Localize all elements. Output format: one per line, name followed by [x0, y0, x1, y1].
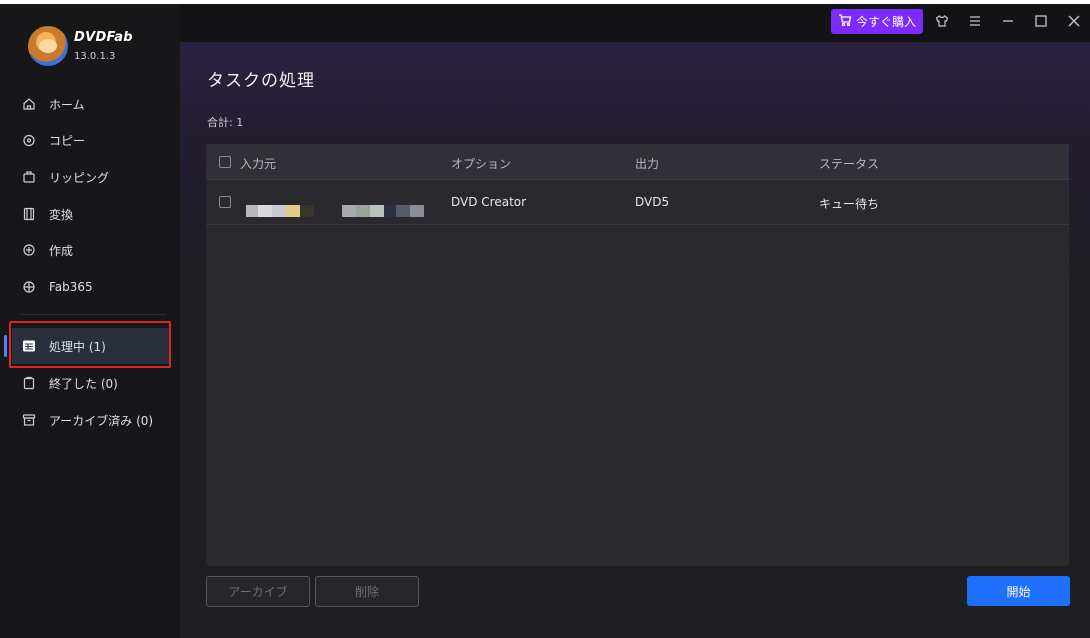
- buy-now-label: 今すぐ購入: [855, 15, 916, 29]
- title-bar: 今すぐ購入: [180, 4, 1090, 42]
- buy-now-button[interactable]: 今すぐ購入: [831, 9, 923, 34]
- sidebar: DVDFab 13.0.1.3 ホーム コピー リッピング 変換 作成 Fab3…: [0, 4, 180, 638]
- sidebar-divider: [20, 314, 166, 315]
- row-output: DVD5: [635, 195, 670, 209]
- sidebar-item-label: 処理中 (1): [49, 339, 106, 354]
- ripping-icon: [22, 170, 36, 184]
- film-icon: [22, 207, 36, 221]
- app-window: DVDFab 13.0.1.3 ホーム コピー リッピング 変換 作成 Fab3…: [0, 0, 1090, 638]
- sidebar-item-label: 変換: [49, 207, 74, 222]
- sidebar-item-ripping[interactable]: リッピング: [12, 159, 170, 195]
- column-header-output: 出力: [635, 157, 660, 171]
- archive-button[interactable]: アーカイブ: [206, 576, 310, 607]
- home-icon: [22, 97, 36, 111]
- processing-list-icon: [22, 339, 36, 353]
- column-header-status: ステータス: [819, 157, 880, 171]
- column-header-source: 入力元: [240, 157, 277, 171]
- monkey-logo-icon: [28, 26, 68, 66]
- sidebar-item-label: 作成: [49, 243, 74, 258]
- app-logo: DVDFab 13.0.1.3: [28, 26, 133, 66]
- sidebar-item-convert[interactable]: 変換: [12, 196, 170, 232]
- table-row[interactable]: DVD Creator DVD5 キュー待ち: [206, 181, 1069, 225]
- archive-box-icon: [22, 413, 36, 427]
- select-all-checkbox[interactable]: [219, 156, 231, 168]
- page-title: タスクの処理: [207, 71, 315, 91]
- sidebar-item-processing[interactable]: 処理中 (1): [12, 328, 170, 364]
- row-checkbox[interactable]: [219, 196, 231, 208]
- start-button[interactable]: 開始: [967, 576, 1070, 606]
- sidebar-item-archived[interactable]: アーカイブ済み (0): [12, 402, 170, 438]
- sidebar-item-create[interactable]: 作成: [12, 232, 170, 268]
- sidebar-item-label: リッピング: [49, 170, 110, 185]
- create-disc-icon: [22, 243, 36, 257]
- close-icon[interactable]: [1065, 12, 1083, 30]
- total-count: 合計: 1: [207, 116, 244, 129]
- main-panel: タスクの処理 合計: 1 入力元 オプション 出力 ステータス DVD Crea…: [180, 42, 1090, 638]
- copy-disc-icon: [22, 133, 36, 147]
- brand-name: DVDFab: [74, 30, 133, 45]
- sidebar-item-label: ホーム: [49, 97, 85, 112]
- minimize-icon[interactable]: [999, 12, 1017, 30]
- active-indicator: [4, 335, 7, 357]
- row-status: キュー待ち: [819, 197, 880, 211]
- skin-shirt-icon[interactable]: [933, 12, 951, 30]
- menu-icon[interactable]: [966, 12, 984, 30]
- fab365-icon: [22, 280, 36, 294]
- column-header-option: オプション: [451, 157, 512, 171]
- sidebar-item-label: 終了した (0): [49, 376, 118, 391]
- table-header: 入力元 オプション 出力 ステータス: [206, 144, 1069, 180]
- maximize-icon[interactable]: [1032, 12, 1050, 30]
- sidebar-item-label: アーカイブ済み (0): [49, 413, 154, 428]
- task-table: 入力元 オプション 出力 ステータス DVD Creator DVD5 キュー待…: [206, 144, 1069, 566]
- sidebar-item-home[interactable]: ホーム: [12, 86, 170, 122]
- sidebar-item-label: Fab365: [49, 280, 93, 294]
- sidebar-item-fab365[interactable]: Fab365: [12, 269, 170, 305]
- app-version: 13.0.1.3: [74, 51, 116, 62]
- sidebar-item-copy[interactable]: コピー: [12, 122, 170, 158]
- row-option: DVD Creator: [451, 195, 527, 209]
- delete-button[interactable]: 削除: [315, 576, 419, 607]
- cart-icon: [838, 13, 852, 30]
- sidebar-item-label: コピー: [49, 133, 86, 148]
- sidebar-item-finished[interactable]: 終了した (0): [12, 365, 170, 401]
- source-thumbnail: [244, 191, 434, 219]
- finished-clipboard-icon: [22, 376, 36, 390]
